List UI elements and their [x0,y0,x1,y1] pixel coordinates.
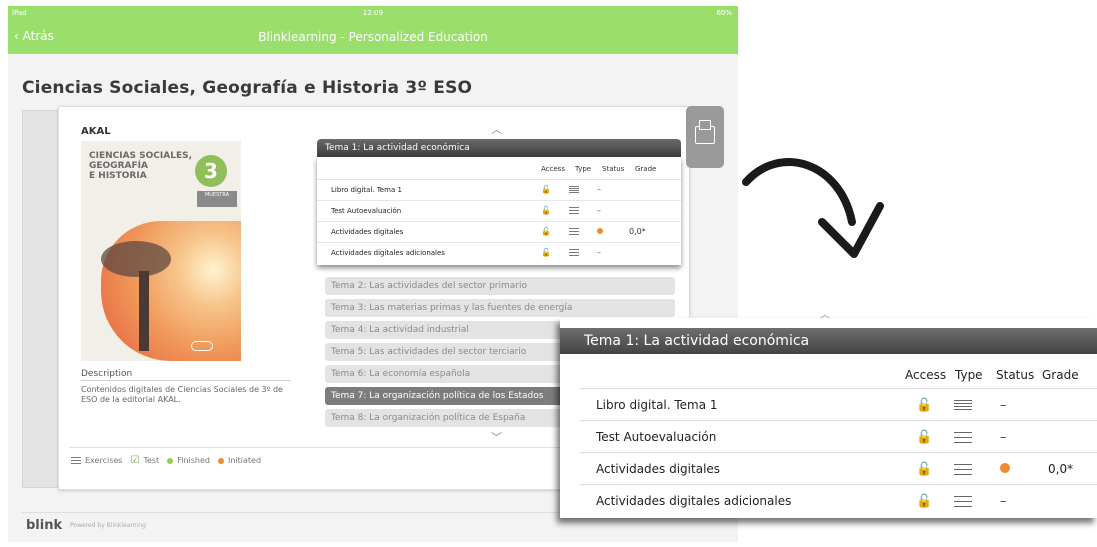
cover-chimney [139,271,149,351]
zoom-row-status: – [1000,398,1007,413]
blink-logo: blink [26,518,63,533]
description-divider [81,380,291,381]
row-status: – [597,248,601,257]
unlock-icon: 🔓 [916,462,933,477]
status-bar: iPad 12:09 60% [8,6,738,20]
zoom-header-access: Access [905,368,947,382]
header-grade: Grade [635,165,657,173]
clock: 12:09 [362,9,384,17]
battery-label: 60% [716,9,732,17]
nav-title: Blinklearning - Personalized Education [258,30,488,44]
legend-divider [69,447,609,448]
unlock-icon: 🔓 [916,494,933,509]
cover-badge: MUESTRA [197,191,237,207]
legend: Exercises ☑ Test Finished Initiated [71,455,261,466]
legend-test-label: Test [143,456,160,465]
table-row[interactable]: Test Autoevaluación 🔓 – [317,200,681,221]
row-name: Test Autoevaluación [331,207,402,215]
checkbox-icon: ☑ [130,455,140,466]
header-access: Access [541,165,565,173]
page-title: Ciencias Sociales, Geografía e Historia … [22,78,473,98]
row-name: Actividades digitales adicionales [331,249,445,257]
unlock-icon: 🔓 [541,227,551,236]
topic-item[interactable]: Tema 3: Las materias primas y las fuente… [325,299,675,317]
unlock-icon: 🔓 [541,185,551,194]
list-icon [569,228,579,236]
table-row[interactable]: Actividades digitales 🔓 0,0* [317,221,681,242]
row-name: Libro digital. Tema 1 [331,186,402,194]
book-cover-image[interactable]: CIENCIAS SOCIALES, GEOGRAFÍA E HISTORIA … [81,141,241,361]
cover-line-2: GEOGRAFÍA [89,161,148,171]
table-row[interactable]: Actividades digitales adicionales 🔓 – [317,242,681,263]
topic-contents-table: Access Type Status Grade Libro digital. … [317,157,681,265]
initiated-dot-icon [217,457,224,464]
header-type: Type [575,165,592,173]
zoom-header-grade: Grade [1042,368,1079,382]
zoom-row-name: Test Autoevaluación [596,430,717,444]
zoom-topic-header: Tema 1: La actividad económica [560,328,1097,354]
unlock-icon: 🔓 [541,248,551,257]
nav-bar: ‹ Atrás Blinklearning - Personalized Edu… [8,20,738,54]
zoom-header-type: Type [955,368,983,382]
list-icon [569,249,579,257]
unlock-icon: 🔓 [916,430,933,445]
topic-item[interactable]: Tema 2: Las actividades del sector prima… [325,277,675,295]
legend-exercises: Exercises [71,456,122,465]
list-icon [71,456,81,465]
zoom-row-status: – [1000,430,1007,445]
finished-dot-icon [167,457,174,464]
description-text: Contenidos digitales de Ciencias Sociale… [81,385,283,404]
row-status: – [597,185,601,194]
legend-test: ☑ Test [130,455,159,466]
zoom-header-status: Status [996,368,1035,382]
legend-exercises-label: Exercises [85,456,123,465]
list-icon [569,207,579,215]
table-row[interactable]: Libro digital. Tema 1 🔓 – [317,179,681,200]
legend-finished: Finished [167,456,210,465]
document-icon [954,400,972,412]
chevron-down-icon[interactable]: ﹀ [491,429,502,445]
cover-line-1: CIENCIAS SOCIALES, [89,151,193,161]
legend-initiated-label: Initiated [227,456,262,465]
zoom-table-row: Actividades digitales adicionales 🔓 – [580,484,1097,516]
cover-logo [191,341,213,351]
publisher-label: AKAL [81,126,111,137]
zoom-row-name: Libro digital. Tema 1 [596,398,718,412]
print-button[interactable] [686,106,724,168]
zoom-row-grade: 0,0* [1048,462,1074,476]
initiated-dot-icon [597,227,603,236]
legend-initiated: Initiated [217,456,262,465]
topic-active-header[interactable]: Tema 1: La actividad económica [317,139,681,157]
row-status: – [597,206,601,215]
row-name: Actividades digitales [331,228,404,236]
cover-number: 3 [195,155,227,187]
zoom-row-status: – [1000,494,1007,509]
unlock-icon: 🔓 [541,206,551,215]
zoom-table-row: Test Autoevaluación 🔓 – [580,420,1097,452]
row-grade: 0,0* [629,227,646,236]
chevron-up-icon[interactable]: ︿ [491,121,502,137]
list-icon [954,432,972,444]
zoomed-topic-panel: Tema 1: La actividad económica Access Ty… [560,318,1097,518]
list-icon [954,464,972,476]
zoom-row-name: Actividades digitales adicionales [596,494,792,508]
cover-line-3: E HISTORIA [89,171,147,181]
header-status: Status [602,165,625,173]
printer-paper-icon [699,120,711,130]
legend-finished-label: Finished [177,456,210,465]
initiated-dot-icon [1000,462,1010,477]
screenshot-stage: iPad 12:09 60% ‹ Atrás Blinklearning - P… [0,0,1097,547]
curved-arrow-icon [742,158,884,258]
cover-smoke [101,241,171,277]
zoom-row-name: Actividades digitales [596,462,721,476]
description-label: Description [81,369,133,379]
cover-title: CIENCIAS SOCIALES, GEOGRAFÍA E HISTORIA [89,151,192,181]
list-icon [954,496,972,508]
zoom-table-row: Libro digital. Tema 1 🔓 – [580,388,1097,420]
powered-by-label: Powered by Blinklearning [70,522,146,529]
zoom-table-row: Actividades digitales 🔓 0,0* [580,452,1097,484]
document-icon [569,186,579,194]
unlock-icon: 🔓 [916,398,933,413]
